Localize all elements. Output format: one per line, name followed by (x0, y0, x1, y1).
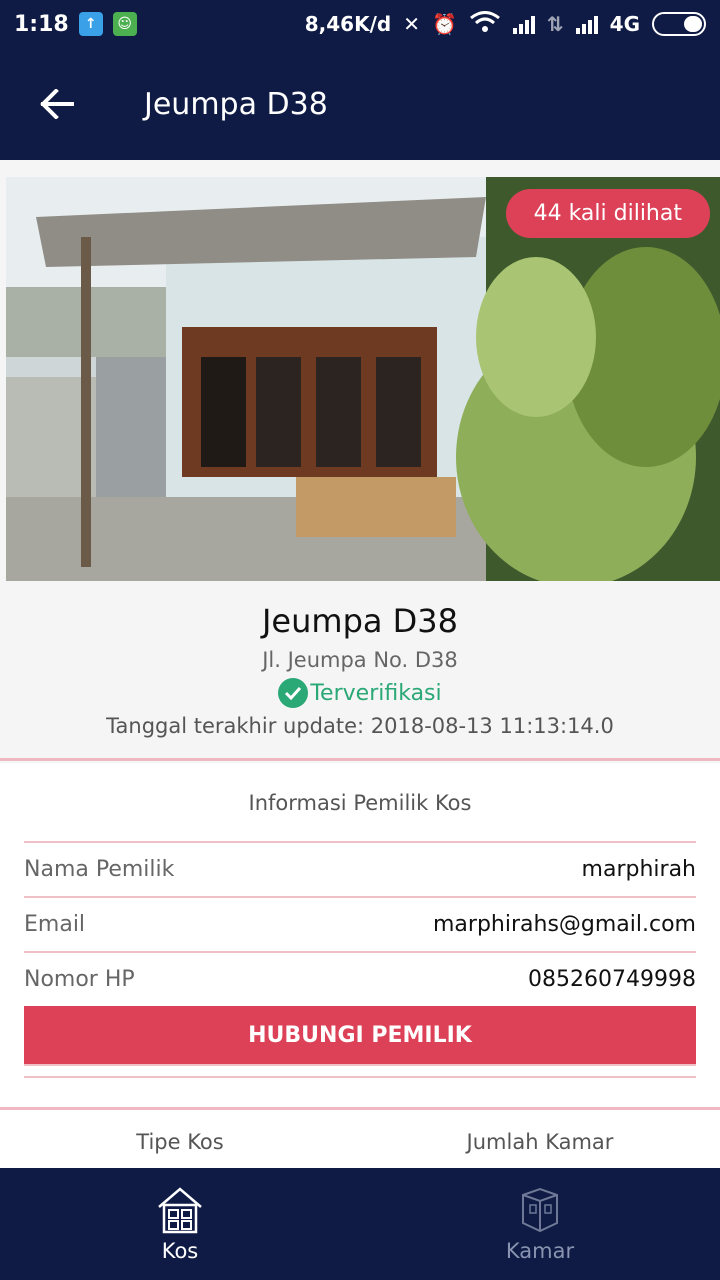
upload-icon: ↑ (78, 12, 103, 36)
data-arrows-icon: ⇅ (546, 12, 564, 36)
owner-email-value: marphirahs@gmail.com (433, 912, 696, 937)
alarm-icon: ⏰ (431, 12, 457, 36)
contact-owner-button[interactable]: HUBUNGI PEMILIK (24, 1006, 696, 1066)
house-icon (158, 1187, 202, 1234)
last-update: Tanggal terakhir update: 2018-08-13 11:1… (106, 714, 614, 738)
owner-info-section: Informasi Pemilik Kos Nama Pemilik marph… (0, 763, 720, 1108)
owner-email-label: Email (24, 912, 86, 937)
owner-name-value: marphirah (581, 857, 696, 882)
kos-details-section: Tipe Kos Jumlah Kamar (0, 1110, 720, 1168)
bottom-nav: Kos Kamar (0, 1168, 720, 1280)
signal-icon (512, 14, 535, 34)
content-scroll[interactable]: 44 kali dilihat Jeumpa D38 Jl. Jeumpa No… (0, 160, 720, 1168)
section-line (24, 1076, 696, 1078)
room-count-label: Jumlah Kamar (466, 1130, 614, 1154)
owner-phone-value: 085260749998 (528, 967, 696, 992)
arrow-left-icon (40, 89, 74, 119)
nav-item-kamar[interactable]: Kamar (360, 1168, 720, 1280)
owner-phone-label: Nomor HP (24, 967, 135, 992)
back-button[interactable] (22, 69, 92, 139)
nav-label-kamar: Kamar (505, 1239, 575, 1263)
room-icon (522, 1187, 558, 1233)
page-title: Jeumpa D38 (144, 86, 328, 122)
status-time: 1:18 (14, 11, 69, 37)
status-bar: 1:18 ↑ ☺ 8,46K/d ✕ ⏰ ⇅ 4G (0, 0, 720, 48)
app-bar: Jeumpa D38 (0, 48, 720, 160)
vibrate-off-icon: ✕ (403, 12, 420, 36)
verified-label: Terverifikasi (310, 680, 442, 706)
section-divider (0, 758, 720, 761)
verified-status: Terverifikasi (0, 678, 720, 708)
kos-photo[interactable]: 44 kali dilihat (6, 177, 720, 581)
listing-info: Jeumpa D38 Jl. Jeumpa No. D38 Terverifik… (0, 600, 720, 738)
owner-section-title: Informasi Pemilik Kos (248, 791, 472, 815)
android-icon: ☺ (112, 12, 137, 36)
network-speed: 8,46K/d (304, 12, 392, 36)
nav-label-kos: Kos (161, 1239, 199, 1263)
views-badge: 44 kali dilihat (505, 189, 710, 238)
network-type: 4G (609, 12, 640, 36)
signal-icon (575, 14, 598, 34)
listing-name: Jeumpa D38 (261, 602, 459, 640)
check-circle-icon (278, 678, 309, 708)
battery-icon (652, 12, 706, 36)
owner-phone-row: Nomor HP 085260749998 (24, 951, 696, 1006)
owner-name-row: Nama Pemilik marphirah (24, 841, 696, 896)
owner-name-label: Nama Pemilik (24, 857, 175, 882)
kos-type-label: Tipe Kos (136, 1130, 224, 1154)
owner-email-row: Email marphirahs@gmail.com (24, 896, 696, 951)
nav-item-kos[interactable]: Kos (0, 1168, 360, 1280)
wifi-icon (469, 10, 501, 38)
listing-address: Jl. Jeumpa No. D38 (262, 648, 458, 672)
